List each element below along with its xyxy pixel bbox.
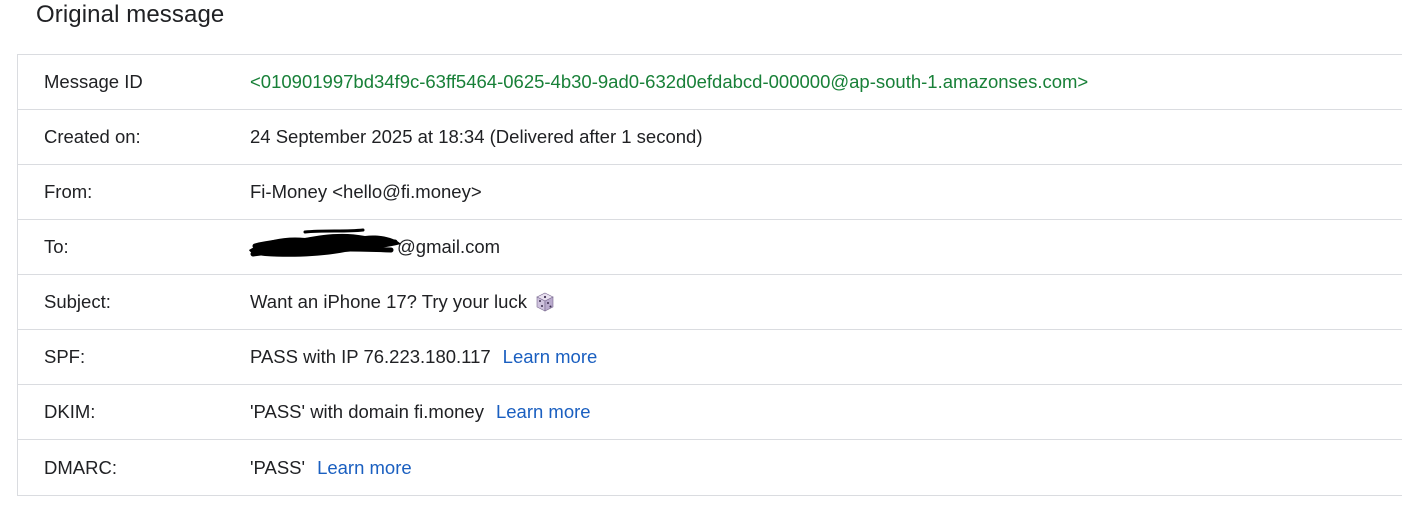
message-id-value: <010901997bd34f9c-63ff5464-0625-4b30-9ad… xyxy=(250,71,1089,92)
from-value: Fi-Money <hello@fi.money> xyxy=(250,181,482,202)
redaction-scribble xyxy=(249,228,401,257)
created-on-value: 24 September 2025 at 18:34 (Delivered af… xyxy=(250,126,703,147)
from-label: From: xyxy=(44,181,93,202)
spf-learn-more-link[interactable]: Learn more xyxy=(503,346,598,368)
dmarc-value-wrap: 'PASS' Learn more xyxy=(250,457,412,479)
message-id-label: Message ID xyxy=(44,71,143,92)
row-message-id: Message ID <010901997bd34f9c-63ff5464-06… xyxy=(18,55,1402,110)
dmarc-label: DMARC: xyxy=(44,456,117,478)
row-dmarc: DMARC: 'PASS' Learn more xyxy=(18,440,1402,496)
redacted-address xyxy=(249,228,401,259)
page-title: Original message xyxy=(36,1,225,28)
row-to: To: @gmail.com xyxy=(18,220,1402,275)
row-subject: Subject: Want an iPhone 17? Try your luc… xyxy=(18,275,1402,330)
dkim-learn-more-link[interactable]: Learn more xyxy=(496,401,591,423)
created-on-label: Created on: xyxy=(44,126,141,147)
row-dkim: DKIM: 'PASS' with domain fi.money Learn … xyxy=(18,385,1402,440)
original-message-page: Original message Message ID <010901997bd… xyxy=(0,0,1402,520)
to-label: To: xyxy=(44,236,69,257)
subject-label: Subject: xyxy=(44,291,111,312)
spf-value-wrap: PASS with IP 76.223.180.117 Learn more xyxy=(250,346,597,368)
subject-value: Want an iPhone 17? Try your luck xyxy=(250,291,527,312)
dkim-value: 'PASS' with domain fi.money xyxy=(250,401,484,422)
dmarc-value: 'PASS' xyxy=(250,456,306,478)
dkim-label: DKIM: xyxy=(44,401,96,422)
subject-value-wrap: Want an iPhone 17? Try your luck xyxy=(250,291,555,313)
dice-icon xyxy=(536,292,554,312)
dmarc-learn-more-link[interactable]: Learn more xyxy=(317,457,412,479)
row-from: From: Fi-Money <hello@fi.money> xyxy=(18,165,1402,220)
message-details-table: Message ID <010901997bd34f9c-63ff5464-06… xyxy=(17,54,1402,496)
dkim-value-wrap: 'PASS' with domain fi.money Learn more xyxy=(250,401,591,423)
to-value-domain: @gmail.com xyxy=(397,236,501,257)
spf-value: PASS with IP 76.223.180.117 xyxy=(250,346,491,367)
row-created-on: Created on: 24 September 2025 at 18:34 (… xyxy=(18,110,1402,165)
spf-label: SPF: xyxy=(44,346,86,367)
to-value: @gmail.com xyxy=(249,228,501,259)
row-spf: SPF: PASS with IP 76.223.180.117 Learn m… xyxy=(18,330,1402,385)
